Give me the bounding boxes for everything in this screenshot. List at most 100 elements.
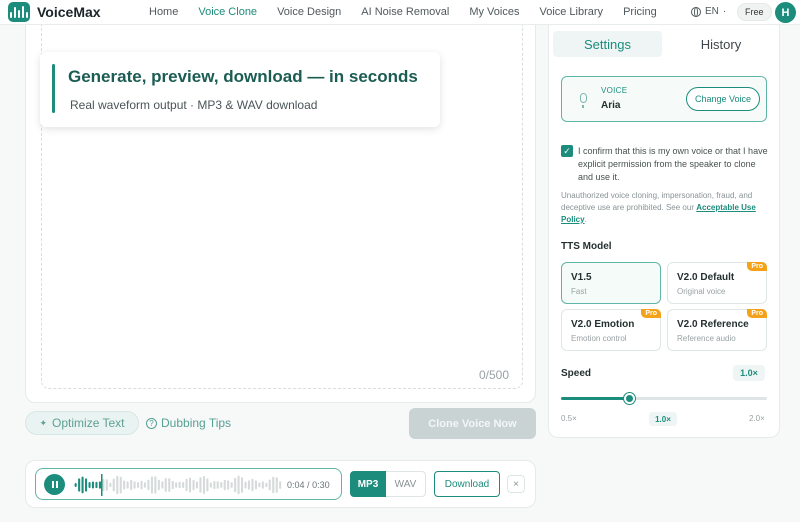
language-selector[interactable]: EN · [691, 6, 726, 17]
top-nav: VoiceMax Home Voice Clone Voice Design A… [0, 0, 800, 25]
nav-link-voice-clone[interactable]: Voice Clone [198, 6, 257, 18]
waveform-bar [123, 480, 126, 490]
waveform-bar [140, 480, 143, 490]
waveform-bar [182, 482, 185, 488]
waveform-bar [185, 478, 188, 492]
waveform-bar [102, 478, 105, 492]
voice-label: VOICE [601, 86, 628, 95]
nav-link-home[interactable]: Home [149, 6, 178, 18]
pro-badge: Pro [747, 309, 767, 318]
nav-link-voice-design[interactable]: Voice Design [277, 6, 341, 18]
model-name: V1.5 [571, 272, 592, 283]
user-avatar[interactable]: H [775, 2, 796, 23]
playhead[interactable] [101, 474, 103, 496]
model-option-v2-default[interactable]: Pro V2.0 Default Original voice [667, 262, 767, 304]
plan-badge[interactable]: Free [737, 3, 772, 21]
waveform-bar [230, 482, 233, 488]
usage-warning: Unauthorized voice cloning, impersonatio… [561, 191, 756, 224]
speed-title: Speed [561, 368, 592, 379]
format-mp3-button[interactable]: MP3 [350, 471, 386, 497]
pro-badge: Pro [641, 309, 661, 318]
nav-link-ai-noise-removal[interactable]: AI Noise Removal [361, 6, 449, 18]
brand-name: VoiceMax [37, 4, 101, 20]
format-wav-button[interactable]: WAV [386, 471, 426, 497]
promo-title: Generate, preview, download — in seconds [68, 67, 418, 86]
waveform-bar [268, 479, 271, 491]
char-counter: 0/500 [479, 368, 510, 382]
optimize-text-button[interactable]: ✦ Optimize Text [25, 411, 139, 435]
waveform-bar [199, 477, 202, 493]
waveform-bar [143, 482, 146, 488]
waveform-bar [251, 478, 254, 492]
promo-accent-bar [52, 64, 55, 113]
waveform-bar [258, 482, 261, 488]
waveform-bar [216, 481, 219, 489]
waveform-bar [130, 479, 133, 491]
waveform-bar [175, 482, 178, 488]
speed-value-badge: 1.0× [733, 365, 765, 381]
waveform-bar [105, 479, 108, 491]
language-caret: · [722, 6, 727, 17]
speed-tick-min: 0.5× [561, 414, 577, 423]
nav-link-my-voices[interactable]: My Voices [469, 6, 519, 18]
voice-selector-card: VOICE Aria Change Voice [561, 76, 767, 122]
model-desc: Fast [571, 287, 587, 296]
waveform-bar [147, 479, 150, 491]
waveform-bar [112, 478, 115, 492]
waveform-bar [209, 482, 212, 488]
promo-subtitle: Real waveform output · MP3 & WAV downloa… [70, 98, 318, 112]
model-option-v1-5[interactable]: V1.5 Fast [561, 262, 661, 304]
waveform-bar [223, 479, 226, 491]
waveform-bar [189, 477, 192, 493]
waveform-bar [91, 481, 94, 489]
model-name: V2.0 Emotion [571, 319, 635, 330]
promo-banner: Generate, preview, download — in seconds… [40, 52, 440, 127]
waveform-bar [81, 476, 84, 494]
tab-settings[interactable]: Settings [553, 31, 662, 57]
globe-icon [691, 6, 701, 17]
waveform-bar [213, 480, 216, 490]
model-option-v2-reference[interactable]: Pro V2.0 Reference Reference audio [667, 309, 767, 351]
brand-logo[interactable]: VoiceMax [8, 2, 101, 22]
nav-link-voice-library[interactable]: Voice Library [539, 6, 603, 18]
waveform-bar [241, 477, 244, 493]
waveform-bar [95, 481, 98, 489]
waveform-scrubber[interactable] [74, 474, 282, 496]
nav-link-pricing[interactable]: Pricing [623, 6, 657, 18]
change-voice-button[interactable]: Change Voice [686, 87, 760, 111]
model-desc: Original voice [677, 287, 726, 296]
waveform-bar [137, 482, 140, 488]
nav-links: Home Voice Clone Voice Design AI Noise R… [149, 6, 677, 18]
waveform-bar [178, 481, 181, 489]
speed-slider-fill [561, 397, 630, 400]
clone-voice-button[interactable]: Clone Voice Now [409, 408, 536, 439]
waveform-bar [254, 480, 257, 490]
language-label: EN [705, 6, 719, 17]
model-option-v2-emotion[interactable]: Pro V2.0 Emotion Emotion control [561, 309, 661, 351]
consent-checkbox[interactable]: ✓ [561, 145, 573, 157]
waveform-bar [206, 478, 209, 492]
waveform-bar [192, 479, 195, 491]
dubbing-tips-link[interactable]: ? Dubbing Tips [146, 416, 231, 430]
model-desc: Emotion control [571, 334, 627, 343]
waveform-bar [168, 478, 171, 492]
total-duration: 0:30 [312, 480, 330, 490]
waveform-bar [78, 478, 81, 492]
audio-player: 0:04 / 0:30 [35, 468, 342, 500]
speed-slider[interactable] [561, 393, 767, 404]
waveform-bar [244, 481, 247, 489]
speed-tick-mid: 1.0× [649, 412, 677, 426]
waveform-bar [85, 478, 88, 492]
waveform-bar [279, 481, 282, 489]
close-icon[interactable]: × [507, 475, 525, 493]
consent-text: I confirm that this is my own voice or t… [578, 146, 768, 182]
download-button[interactable]: Download [434, 471, 500, 497]
waveform-bar [195, 481, 198, 489]
waveform-bar [272, 476, 275, 494]
pause-button[interactable] [44, 474, 65, 495]
waveform-bar [74, 483, 77, 487]
waveform-bar [133, 481, 136, 489]
tab-history[interactable]: History [667, 31, 775, 57]
optimize-text-label: Optimize Text [52, 416, 125, 430]
waveform-bar [88, 482, 91, 488]
